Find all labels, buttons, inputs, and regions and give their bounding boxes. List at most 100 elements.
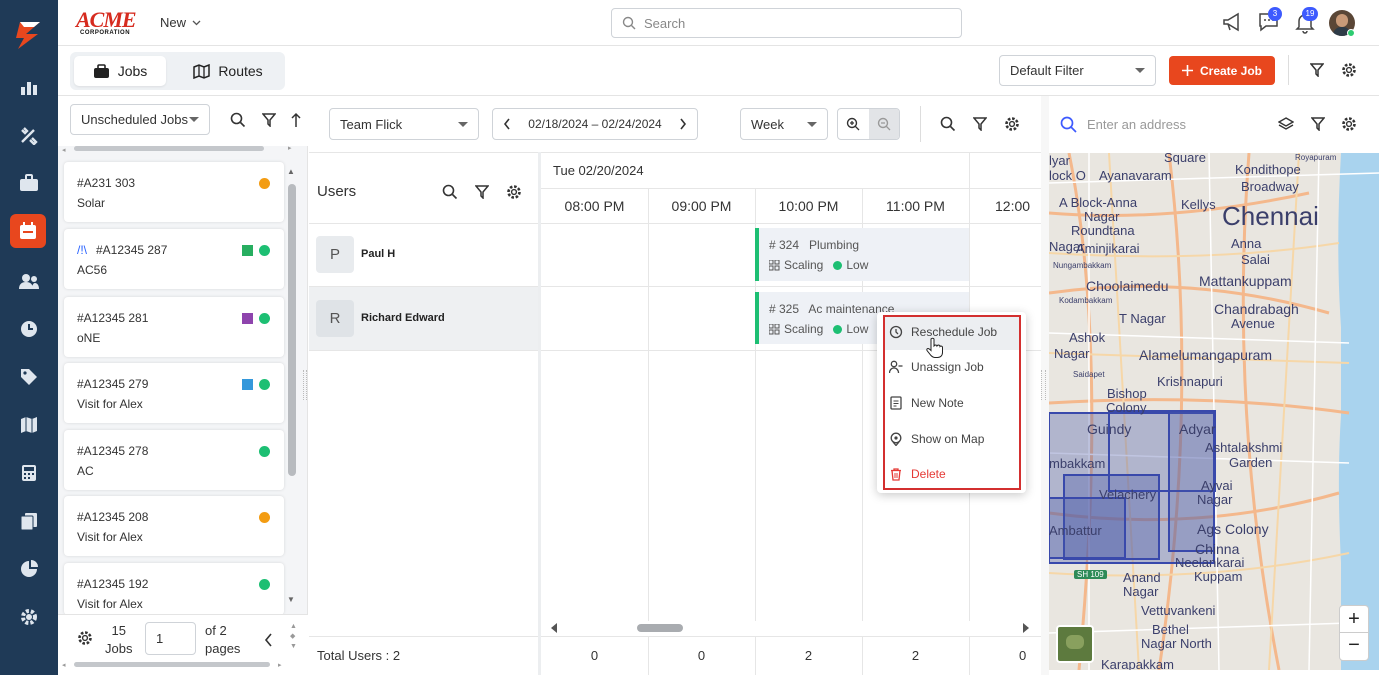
job-card[interactable]: /!\ #A12345 287 AC56: [64, 229, 284, 289]
layers-icon[interactable]: [1277, 117, 1295, 134]
tab-jobs[interactable]: Jobs: [74, 56, 166, 86]
column-total: 2: [804, 648, 813, 663]
menu-item-delete[interactable]: Delete: [884, 457, 1020, 491]
search-icon[interactable]: [442, 184, 458, 203]
calculator-icon[interactable]: [16, 460, 42, 486]
page-input[interactable]: 1: [145, 622, 196, 655]
gear-icon[interactable]: [77, 630, 93, 649]
zoom-in-button[interactable]: +: [1340, 606, 1368, 633]
reports-icon[interactable]: [16, 74, 42, 100]
company-logo[interactable]: ACME CORPORATION: [76, 9, 144, 38]
new-dropdown[interactable]: New: [160, 15, 201, 30]
timeline-scrollbar[interactable]: [549, 621, 1033, 635]
job-id: #A12345 279: [77, 377, 149, 391]
user-minus-icon: [889, 360, 903, 374]
briefcase-icon[interactable]: [16, 170, 42, 196]
settings-icon[interactable]: [16, 604, 42, 630]
column-total: 2: [911, 648, 920, 663]
scroll-thumb[interactable]: [637, 624, 683, 632]
scroll-right-icon[interactable]: [1021, 621, 1031, 635]
documents-icon[interactable]: [16, 508, 42, 534]
team-select[interactable]: Team Flick: [329, 108, 479, 140]
address-input[interactable]: Enter an address: [1087, 117, 1186, 132]
chevron-left-icon[interactable]: [503, 118, 511, 130]
menu-item-reschedule-job[interactable]: Reschedule Job: [884, 315, 1020, 349]
hour-label: 12:00 A: [995, 198, 1031, 214]
clock-icon[interactable]: [16, 316, 42, 342]
map-label: Alamelumangapuram: [1139, 347, 1273, 363]
highway-badge: SH 109: [1074, 570, 1107, 579]
zoom-controls: [837, 108, 900, 140]
chevron-left-icon[interactable]: [264, 633, 273, 650]
search-icon[interactable]: [1060, 116, 1077, 136]
user-name[interactable]: Richard Edward: [361, 312, 445, 324]
search-icon: [622, 16, 636, 30]
job-count-unit: Jobs: [105, 641, 133, 656]
resize-handle[interactable]: [1041, 370, 1046, 400]
chevron-right-icon[interactable]: [679, 118, 687, 130]
search-icon[interactable]: [940, 116, 956, 135]
job-card[interactable]: #A231 303 Solar: [64, 162, 284, 222]
horizontal-scrollbar[interactable]: ◂ ▸: [62, 661, 286, 669]
filter-icon[interactable]: [474, 185, 490, 202]
job-card[interactable]: #A12345 279 Visit for Alex: [64, 363, 284, 423]
job-card[interactable]: #A12345 208 Visit for Alex: [64, 496, 284, 556]
event-priority: Low: [846, 258, 869, 272]
menu-item-label: Show on Map: [911, 432, 985, 446]
gear-icon[interactable]: [1004, 116, 1020, 135]
scroll-left-icon[interactable]: [549, 621, 559, 635]
job-card[interactable]: #A12345 278 AC: [64, 430, 284, 490]
trash-icon: [891, 468, 901, 481]
grid-line: [309, 152, 1041, 153]
map-label: T Nagar: [1119, 311, 1166, 326]
map-canvas[interactable]: Square Royapuram Kondithope Ayanavaram B…: [1049, 153, 1379, 670]
job-card[interactable]: #A12345 192 Visit for Alex: [64, 563, 284, 615]
pie-chart-icon[interactable]: [16, 556, 42, 582]
tools-icon[interactable]: [16, 122, 42, 148]
map-label: Kellys: [1181, 197, 1216, 212]
satellite-toggle[interactable]: [1056, 625, 1094, 663]
job-card[interactable]: #A12345 281 oNE: [64, 297, 284, 357]
tab-routes[interactable]: Routes: [180, 56, 276, 86]
tag-icon[interactable]: [16, 364, 42, 390]
job-status-select[interactable]: Unscheduled Jobs: [70, 104, 210, 135]
horizontal-scrollbar[interactable]: ◂ ▸: [62, 144, 292, 154]
date-range-picker[interactable]: 02/18/2024 – 02/24/2024: [492, 108, 698, 140]
filter-icon[interactable]: [1309, 63, 1325, 80]
resize-handle[interactable]: [303, 370, 307, 400]
create-job-label: Create Job: [1199, 63, 1263, 78]
search-icon[interactable]: [230, 112, 246, 131]
gear-icon[interactable]: [1341, 116, 1357, 135]
gear-icon[interactable]: [506, 184, 522, 203]
sort-arrow-icon[interactable]: [291, 112, 301, 131]
tab-routes-label: Routes: [218, 63, 263, 79]
pager-scroll-arrows[interactable]: ▲ ◆ ▼: [290, 622, 297, 652]
default-filter-select[interactable]: Default Filter: [999, 55, 1156, 86]
chat-badge: 3: [1268, 7, 1282, 21]
grid-line: [538, 152, 541, 675]
user-name[interactable]: Paul H: [361, 248, 395, 260]
create-job-button[interactable]: Create Job: [1169, 56, 1275, 85]
view-select[interactable]: Week: [740, 108, 828, 140]
gear-icon[interactable]: [1341, 62, 1357, 81]
global-search[interactable]: Search: [611, 8, 962, 38]
filter-icon[interactable]: [1310, 117, 1326, 134]
event-meta: Scaling Low: [769, 322, 868, 336]
menu-item-new-note[interactable]: New Note: [884, 386, 1020, 420]
calendar-icon[interactable]: [10, 214, 46, 248]
job-event[interactable]: # 324 Plumbing Scaling Low: [755, 228, 969, 281]
zoom-out-button[interactable]: −: [1340, 633, 1368, 660]
zoom-out-icon[interactable]: [868, 109, 899, 139]
filter-icon[interactable]: [972, 117, 988, 134]
vertical-scrollbar[interactable]: ▲ ▼: [287, 167, 297, 607]
map-icon[interactable]: [16, 412, 42, 438]
menu-item-show-on-map[interactable]: Show on Map: [884, 422, 1020, 456]
app-logo-icon[interactable]: [13, 18, 45, 52]
megaphone-icon[interactable]: [1222, 12, 1244, 35]
users-icon[interactable]: [16, 268, 42, 294]
menu-item-unassign-job[interactable]: Unassign Job: [884, 350, 1020, 384]
zoom-in-icon[interactable]: [838, 109, 869, 139]
map-label: Anna: [1231, 236, 1262, 251]
day-label: Tue 02/20/2024: [553, 163, 644, 178]
filter-icon[interactable]: [261, 113, 277, 130]
